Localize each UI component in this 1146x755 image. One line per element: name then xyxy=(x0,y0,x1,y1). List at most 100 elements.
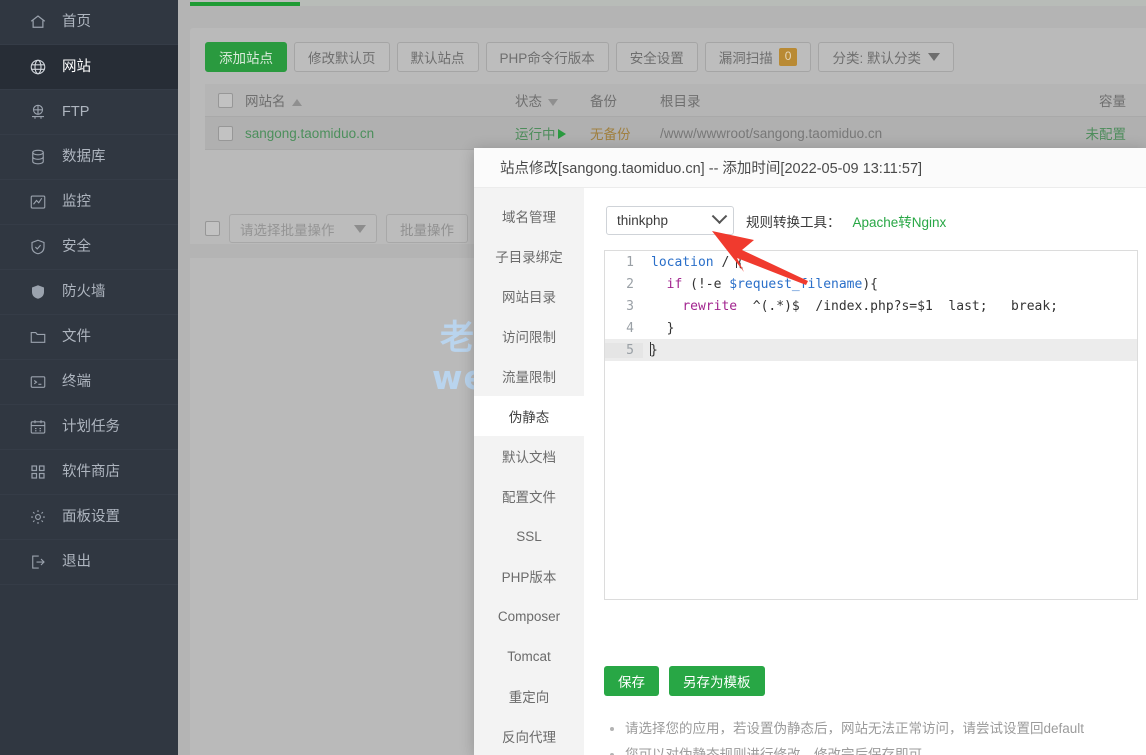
edit-default-page-button[interactable]: 修改默认页 xyxy=(294,42,390,72)
checkbox[interactable] xyxy=(218,93,233,108)
bullet-icon xyxy=(610,727,614,731)
sidebar-item-home[interactable]: 首页 xyxy=(0,0,178,45)
sidebar-item-label: 文件 xyxy=(62,330,91,345)
dialog-nav-default-doc[interactable]: 默认文档 xyxy=(474,436,584,476)
line-number: 3 xyxy=(605,299,643,314)
save-button[interactable]: 保存 xyxy=(604,666,659,696)
sidebar-item-monitor[interactable]: 监控 xyxy=(0,180,178,225)
col-header-backup: 备份 xyxy=(590,90,660,110)
sidebar-item-ftp[interactable]: FTP xyxy=(0,90,178,135)
dialog-nav-rewrite[interactable]: 伪静态 xyxy=(474,396,584,436)
batch-select-all-checkbox[interactable] xyxy=(205,221,220,236)
sidebar-item-website[interactable]: 网站 xyxy=(0,45,178,90)
terminal-icon xyxy=(28,372,48,392)
code-line[interactable]: 3 rewrite ^(.*)$ /index.php?s=$1 last; b… xyxy=(605,295,1137,317)
dialog-title: 站点修改[sangong.taomiduo.cn] -- 添加时间[2022-0… xyxy=(474,148,1146,188)
add-site-button[interactable]: 添加站点 xyxy=(205,42,287,72)
rewrite-template-select[interactable]: thinkphp xyxy=(606,206,734,235)
sidebar-item-logout[interactable]: 退出 xyxy=(0,540,178,585)
security-settings-label: 安全设置 xyxy=(630,47,684,67)
dialog-body: 域名管理 子目录绑定 网站目录 访问限制 流量限制 伪静态 默认文档 配置文件 … xyxy=(474,188,1146,755)
col-header-status[interactable]: 状态 xyxy=(515,90,590,110)
table-header-row: 网站名 状态 备份 根目录 容量 xyxy=(205,84,1146,117)
cell-status[interactable]: 运行中 xyxy=(515,123,590,143)
sidebar-item-label: 网站 xyxy=(62,60,91,75)
category-dropdown[interactable]: 分类: 默认分类 xyxy=(818,42,954,72)
code-line[interactable]: 2 if (!-e $request_filename){ xyxy=(605,273,1137,295)
cell-size[interactable]: 未配置 xyxy=(1020,123,1140,143)
sidebar-item-firewall[interactable]: 防火墙 xyxy=(0,270,178,315)
sidebar-item-cron[interactable]: 计划任务 xyxy=(0,405,178,450)
batch-operation-placeholder: 请选择批量操作 xyxy=(240,219,335,239)
sidebar-item-database[interactable]: 数据库 xyxy=(0,135,178,180)
chevron-down-icon xyxy=(354,225,366,233)
col-header-name[interactable]: 网站名 xyxy=(245,90,515,110)
line-number: 1 xyxy=(605,255,643,270)
vuln-scan-label: 漏洞扫描 xyxy=(719,47,773,67)
code-line[interactable]: 1 location / { xyxy=(605,251,1137,273)
save-as-template-button[interactable]: 另存为模板 xyxy=(669,666,765,696)
vuln-scan-button[interactable]: 漏洞扫描 0 xyxy=(705,42,812,72)
cell-site-name[interactable]: sangong.taomiduo.cn xyxy=(245,126,515,141)
tab-strip xyxy=(190,0,1146,6)
batch-operation-select[interactable]: 请选择批量操作 xyxy=(229,214,377,243)
line-number: 5 xyxy=(605,343,643,358)
sidebar-item-files[interactable]: 文件 xyxy=(0,315,178,360)
rewrite-template-value: thinkphp xyxy=(617,213,668,228)
sidebar-item-security[interactable]: 安全 xyxy=(0,225,178,270)
sort-desc-icon xyxy=(548,99,558,106)
default-site-button[interactable]: 默认站点 xyxy=(397,42,479,72)
rewrite-template-row: thinkphp 规则转换工具： Apache转Nginx xyxy=(606,206,1126,235)
cell-root-dir[interactable]: /www/wwwroot/sangong.taomiduo.cn xyxy=(660,126,1020,141)
code-text: if (!-e $request_filename){ xyxy=(643,277,878,292)
website-toolbar: 添加站点 修改默认页 默认站点 PHP命令行版本 安全设置 漏洞扫描 0 分类:… xyxy=(205,42,954,72)
shield-solid-icon xyxy=(28,282,48,302)
shield-check-icon xyxy=(28,237,48,257)
left-sidebar: 首页 网站 FTP 数据库 监控 安全 防火墙 文件 xyxy=(0,0,178,755)
hint-item: 您可以对伪静态规则进行修改，修改完后保存即可。 xyxy=(610,742,1084,755)
rewrite-code-editor[interactable]: 1 location / { 2 if (!-e $request_filena… xyxy=(604,250,1138,600)
dialog-nav-reverse-proxy[interactable]: 反向代理 xyxy=(474,716,584,755)
hint-item: 请选择您的应用，若设置伪静态后，网站无法正常访问，请尝试设置回default xyxy=(610,716,1084,742)
dialog-nav-redirect[interactable]: 重定向 xyxy=(474,676,584,716)
dialog-nav-tomcat[interactable]: Tomcat xyxy=(474,636,584,676)
dialog-nav-domain[interactable]: 域名管理 xyxy=(474,196,584,236)
dialog-nav-config-file[interactable]: 配置文件 xyxy=(474,476,584,516)
chevron-down-icon xyxy=(928,53,940,61)
dialog-nav-composer[interactable]: Composer xyxy=(474,596,584,636)
select-all-checkbox-cell[interactable] xyxy=(205,93,245,108)
dialog-nav-ssl[interactable]: SSL xyxy=(474,516,584,556)
sidebar-item-label: 监控 xyxy=(62,195,91,210)
dialog-nav-rootdir[interactable]: 网站目录 xyxy=(474,276,584,316)
php-cli-version-button[interactable]: PHP命令行版本 xyxy=(486,42,609,72)
sidebar-item-panel-settings[interactable]: 面板设置 xyxy=(0,495,178,540)
dialog-nav-subdir[interactable]: 子目录绑定 xyxy=(474,236,584,276)
dialog-nav-access-limit[interactable]: 访问限制 xyxy=(474,316,584,356)
code-line-active[interactable]: 5 } xyxy=(605,339,1137,361)
table-row[interactable]: sangong.taomiduo.cn 运行中 无备份 /www/wwwroot… xyxy=(205,117,1146,150)
database-icon xyxy=(28,147,48,167)
apache-to-nginx-link[interactable]: Apache转Nginx xyxy=(853,211,947,231)
play-icon xyxy=(558,129,566,139)
col-header-size: 容量 xyxy=(1020,90,1140,110)
tab-website[interactable] xyxy=(190,0,300,6)
code-line[interactable]: 4 } xyxy=(605,317,1137,339)
vuln-scan-badge: 0 xyxy=(779,48,798,66)
cell-backup[interactable]: 无备份 xyxy=(590,123,660,143)
globe-icon xyxy=(28,57,48,77)
code-text: location / { xyxy=(643,254,744,270)
checkbox[interactable] xyxy=(218,126,233,141)
dialog-nav-php-version[interactable]: PHP版本 xyxy=(474,556,584,596)
chevron-down-icon xyxy=(712,208,728,224)
code-text: } xyxy=(643,342,658,358)
security-settings-button[interactable]: 安全设置 xyxy=(616,42,698,72)
row-checkbox-cell[interactable] xyxy=(205,126,245,141)
sidebar-item-label: 计划任务 xyxy=(62,420,120,435)
dialog-nav-traffic-limit[interactable]: 流量限制 xyxy=(474,356,584,396)
batch-operation-button[interactable]: 批量操作 xyxy=(386,214,468,243)
home-icon xyxy=(28,12,48,32)
dialog-side-nav: 域名管理 子目录绑定 网站目录 访问限制 流量限制 伪静态 默认文档 配置文件 … xyxy=(474,188,584,755)
col-header-root: 根目录 xyxy=(660,90,1020,110)
sidebar-item-terminal[interactable]: 终端 xyxy=(0,360,178,405)
sidebar-item-appstore[interactable]: 软件商店 xyxy=(0,450,178,495)
